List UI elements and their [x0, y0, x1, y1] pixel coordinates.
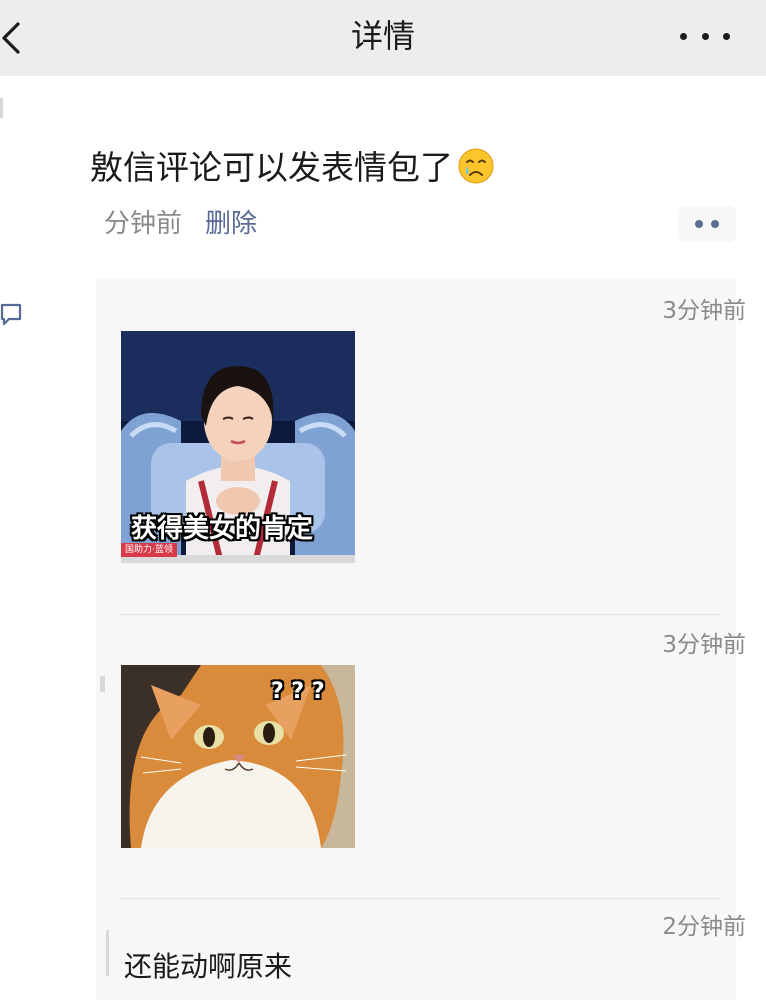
more-dots-icon [680, 32, 687, 40]
comment-time: 2分钟前 [662, 914, 746, 940]
comment-divider [120, 898, 720, 899]
edge-fragment [100, 676, 105, 692]
comment-time: 3分钟前 [662, 298, 746, 324]
comment-text: 还能动啊原来 [124, 950, 293, 983]
post-text: 敫信评论可以发表情包了 [90, 146, 495, 190]
post-time: 分钟前 [104, 209, 183, 239]
comment-time: 3分钟前 [662, 632, 746, 658]
edge-fragment [0, 98, 3, 118]
two-dots-icon [695, 220, 703, 228]
sticker-image[interactable]: ? ? ? [121, 665, 355, 848]
navbar: 详情 [0, 0, 766, 76]
crying-face-emoji-icon [458, 148, 494, 184]
sticker-image[interactable]: 获得美女的肯定 国助力·蓝领 [121, 331, 355, 563]
comment-divider [120, 614, 720, 615]
more-button[interactable] [680, 22, 730, 50]
comment-icon [0, 303, 22, 326]
delete-link[interactable]: 删除 [205, 206, 257, 242]
sticker-caption: ? ? ? [271, 679, 325, 704]
sticker-caption: 获得美女的肯定 [131, 514, 314, 544]
post-text-content: 敫信评论可以发表情包了 [90, 148, 453, 187]
post-action-button[interactable] [678, 206, 736, 242]
edge-fragment [106, 930, 109, 976]
sticker-watermark: 国助力·蓝领 [121, 543, 177, 557]
page-title: 详情 [350, 17, 415, 55]
